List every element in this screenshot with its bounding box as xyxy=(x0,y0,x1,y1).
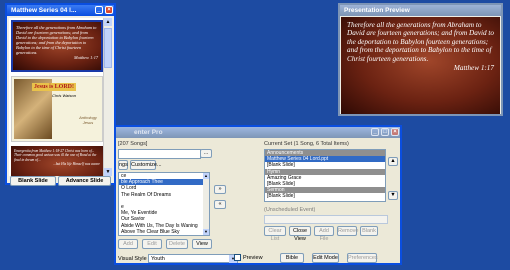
edit-button[interactable]: Edit xyxy=(142,239,162,249)
close-view-button[interactable]: Close View xyxy=(289,226,311,242)
slide-thumbnail-2[interactable]: Jesus is LORD! Chris Watson Anthology Je… xyxy=(11,76,103,142)
view-button[interactable]: View xyxy=(192,239,212,249)
slide-1-text: Therefore all the generations from Abrah… xyxy=(16,25,97,55)
preview-window-titlebar[interactable]: Presentation Preview xyxy=(340,5,501,16)
series-window: Matthew Series 04 l... _ × Therefore all… xyxy=(5,3,116,186)
scroll-thumb[interactable] xyxy=(104,28,112,68)
close-icon[interactable]: × xyxy=(391,128,399,136)
clear-list-button[interactable]: Clear List xyxy=(264,226,286,242)
scroll-up-arrow-icon[interactable]: ▲ xyxy=(203,173,209,179)
move-down-arrow-button[interactable]: ▼ xyxy=(388,191,398,200)
preview-label: Preview xyxy=(243,255,263,261)
scroll-up-arrow-icon[interactable]: ▲ xyxy=(104,18,112,26)
advance-slide-button[interactable]: Advance Slide xyxy=(58,176,111,186)
event-select[interactable] xyxy=(264,215,388,224)
slide-1-reference: Matthew 1:17 xyxy=(74,55,98,60)
series-window-title: Matthew Series 04 l... xyxy=(11,7,77,14)
preview-window-title: Presentation Preview xyxy=(344,7,410,14)
song-list[interactable]: ce ble Approach Thee O Lord The Realm Of Dr… xyxy=(118,172,210,236)
close-icon[interactable]: × xyxy=(105,6,113,14)
minimize-icon[interactable]: _ xyxy=(371,128,379,136)
song-list-item[interactable]: Above The Clear Blue Sky xyxy=(119,229,209,235)
preferences-button[interactable]: Preferences xyxy=(347,253,378,263)
add-to-set-arrow-button[interactable]: » xyxy=(214,185,226,194)
song-search-button[interactable]: ... xyxy=(200,149,212,158)
preview-checkbox[interactable] xyxy=(234,254,241,261)
blank-button[interactable]: Blank xyxy=(360,226,378,236)
delete-button[interactable]: Delete xyxy=(166,239,188,249)
slide-3-more: ...but His life Himself was aware xyxy=(53,161,100,166)
add-file-button[interactable]: Add File xyxy=(314,226,334,242)
main-window-titlebar[interactable]: enter Pro _ □ × xyxy=(116,127,400,138)
slide-thumbnail-1[interactable]: Therefore all the generations from Abrah… xyxy=(11,20,103,72)
song-list-scrollbar[interactable]: ▲ ▼ xyxy=(203,173,209,235)
songs-button[interactable]: ngs xyxy=(118,160,128,170)
main-window-title: enter Pro xyxy=(134,129,163,136)
slide-2-subtitle: Chris Watson xyxy=(52,93,76,98)
songs-header: [207 Songs] xyxy=(118,141,148,147)
scroll-down-arrow-icon[interactable]: ▼ xyxy=(104,168,112,176)
edit-mode-button[interactable]: Edit Mode xyxy=(312,253,339,263)
move-up-arrow-button[interactable]: ▲ xyxy=(388,157,398,166)
set-list-item[interactable]: [Blank Slide] xyxy=(265,193,385,199)
series-window-titlebar[interactable]: Matthew Series 04 l... _ × xyxy=(7,5,114,16)
visual-style-field[interactable]: Youth ▼ xyxy=(148,254,238,263)
preview-slide-text: Therefore all the generations from Abrah… xyxy=(347,21,494,63)
scrollbar[interactable]: ▲ ▼ xyxy=(103,18,112,176)
minimize-icon[interactable]: _ xyxy=(95,6,103,14)
remove-from-set-arrow-button[interactable]: « xyxy=(214,200,226,209)
current-set-list[interactable]: Announcements Matthew Series 04 Lord.ppt[… xyxy=(264,149,386,202)
maximize-icon[interactable]: □ xyxy=(381,128,389,136)
slide-2-signature: Anthology Jesus xyxy=(79,115,97,125)
preview-slide: Therefore all the generations from Abrah… xyxy=(341,17,500,114)
song-search-input[interactable] xyxy=(118,149,201,159)
slide-2-title: Jesus is LORD! xyxy=(32,83,76,91)
bible-button[interactable]: Bible xyxy=(280,253,304,263)
add-button[interactable]: Add xyxy=(118,239,138,249)
scroll-down-arrow-icon[interactable]: ▼ xyxy=(203,229,209,235)
slide-3-text: Emergentia from Matthew 1:18-27 Christ w… xyxy=(14,149,97,162)
remove-button[interactable]: Remove xyxy=(337,226,358,236)
preview-slide-reference: Matthew 1:17 xyxy=(453,64,494,73)
slide-thumbnail-list: Therefore all the generations from Abrah… xyxy=(9,18,105,176)
song-list-item[interactable]: Abide With Us, The Day Is Waning xyxy=(119,223,209,229)
blank-slide-button[interactable]: Blank Slide xyxy=(10,176,56,186)
current-set-header: Current Set (1 Song, 6 Total Items) xyxy=(264,141,349,147)
unscheduled-event-label: (Unscheduled Event) xyxy=(264,207,316,213)
customize-button[interactable]: Customize... xyxy=(130,160,162,170)
main-window: enter Pro _ □ × [207 Songs] ... ngs Cust… xyxy=(114,125,402,265)
presentation-preview-window: Presentation Preview Therefore all the g… xyxy=(338,3,503,116)
slide-thumbnail-3[interactable]: Emergentia from Matthew 1:18-27 Christ w… xyxy=(11,146,103,176)
visual-style-value: Youth xyxy=(151,256,165,262)
